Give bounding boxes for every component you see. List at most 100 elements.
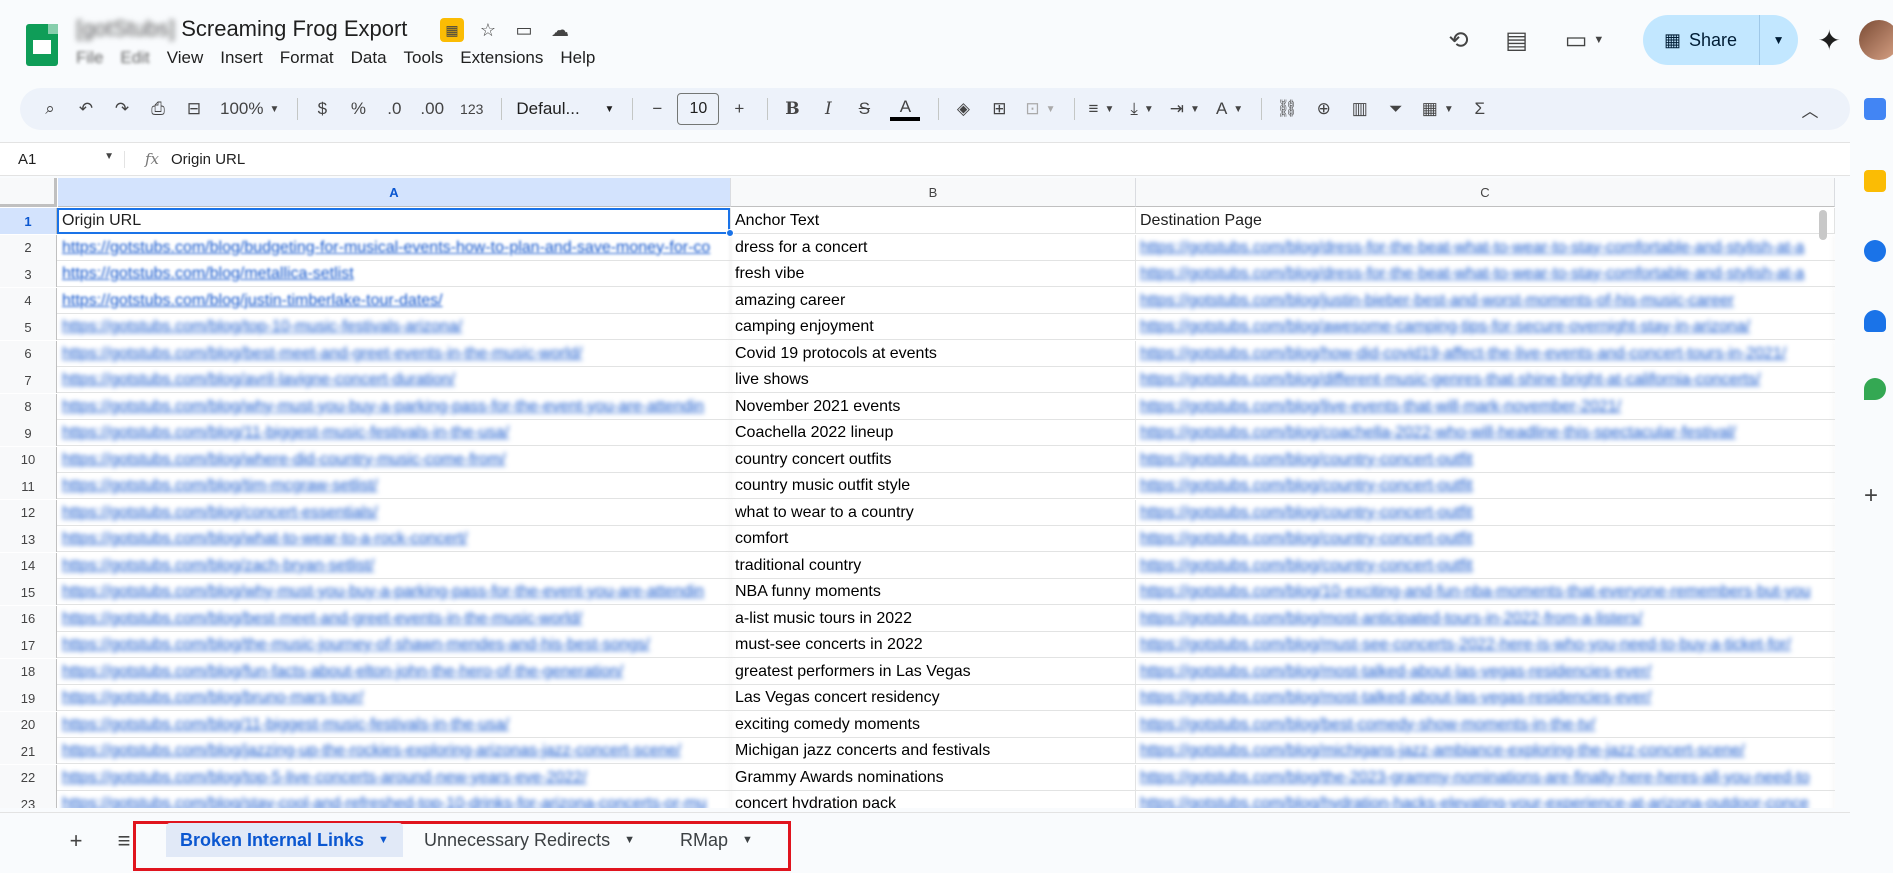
cell-destination-page[interactable]: https://gotstubs.com/blog/10-exciting-an… [1136, 579, 1835, 605]
row-number[interactable]: 15 [0, 579, 57, 605]
format-currency-button[interactable]: $ [306, 93, 338, 125]
star-icon[interactable]: ☆ [476, 18, 500, 42]
share-dropdown-chevron-icon[interactable]: ▼ [1760, 33, 1798, 47]
calendar-icon[interactable] [1864, 98, 1886, 120]
text-rotation-icon[interactable]: A ▼ [1210, 93, 1249, 125]
cell-anchor-text[interactable]: Anchor Text [731, 208, 1136, 234]
menu-format[interactable]: Format [280, 48, 334, 68]
paint-format-icon[interactable]: ⊟ [178, 93, 210, 125]
name-box[interactable]: A1 ▼ [0, 150, 125, 168]
text-wrapping-icon[interactable]: ⇥ ▼ [1164, 93, 1206, 125]
row-number[interactable]: 17 [0, 632, 57, 658]
cell-destination-page[interactable]: https://gotstubs.com/blog/justin-bieber-… [1136, 287, 1835, 314]
row-number[interactable]: 13 [0, 526, 57, 552]
cell-origin-url[interactable]: https://gotstubs.com/blog/fun-facts-abou… [58, 658, 731, 685]
tab-rmap[interactable]: RMap ▼ [666, 823, 767, 857]
move-folder-icon[interactable]: ▭ [512, 18, 536, 42]
formula-input[interactable]: Origin URL [171, 151, 245, 168]
cell-origin-url[interactable]: https://gotstubs.com/blog/bruno-mars-tou… [58, 685, 731, 711]
cell-destination-page[interactable]: https://gotstubs.com/blog/the-2023-gramm… [1136, 764, 1835, 791]
menu-file[interactable]: File [76, 48, 103, 68]
cell-origin-url[interactable]: https://gotstubs.com/blog/concert-essent… [58, 499, 731, 526]
cell-anchor-text[interactable]: traditional country [731, 552, 1136, 579]
row-number[interactable]: 8 [0, 393, 57, 420]
row-number[interactable]: 20 [0, 711, 57, 738]
functions-icon[interactable]: Σ [1464, 93, 1496, 125]
share-button[interactable]: ▦ Share ▼ [1642, 15, 1798, 65]
add-sheet-button[interactable]: + [60, 825, 92, 857]
format-percent-button[interactable]: % [342, 93, 374, 125]
tab-broken-internal-links[interactable]: Broken Internal Links ▼ [166, 823, 403, 857]
chevron-down-icon[interactable]: ▼ [742, 834, 753, 846]
cell-destination-page[interactable]: https://gotstubs.com/blog/how-did-covid1… [1136, 340, 1835, 367]
search-menus-icon[interactable]: ⌕ [34, 93, 66, 125]
cell-destination-page[interactable]: https://gotstubs.com/blog/live-events-th… [1136, 393, 1835, 420]
cell-origin-url[interactable]: https://gotstubs.com/blog/jazzing-up-the… [58, 738, 731, 764]
cell-origin-url[interactable]: https://gotstubs.com/blog/best-meet-and-… [58, 605, 731, 632]
cell-anchor-text[interactable]: amazing career [731, 287, 1136, 314]
vertical-align-icon[interactable]: ⤓ ▼ [1124, 93, 1159, 125]
cell-origin-url[interactable]: https://gotstubs.com/blog/avril-lavigne-… [58, 367, 731, 393]
cell-anchor-text[interactable]: country music outfit style [731, 473, 1136, 499]
cell-origin-url[interactable]: https://gotstubs.com/blog/stay-cool-and-… [58, 791, 731, 808]
column-header-c[interactable]: C [1136, 178, 1835, 207]
cell-origin-url[interactable]: https://gotstubs.com/blog/budgeting-for-… [58, 234, 731, 261]
spreadsheet-grid[interactable]: A B C 1 Origin URL Anchor Text Destination … [0, 178, 1835, 808]
menu-help[interactable]: Help [560, 48, 595, 68]
cell-origin-url[interactable]: https://gotstubs.com/blog/tim-mcgraw-set… [58, 473, 731, 499]
cell-destination-page[interactable]: https://gotstubs.com/blog/country-concer… [1136, 499, 1835, 526]
bold-button[interactable]: B [776, 93, 808, 125]
insert-chart-icon[interactable]: ▥ [1344, 93, 1376, 125]
cell-destination-page[interactable]: https://gotstubs.com/blog/different-musi… [1136, 367, 1835, 393]
row-number[interactable]: 9 [0, 420, 57, 446]
row-number[interactable]: 3 [0, 261, 57, 287]
cell-anchor-text[interactable]: country concert outfits [731, 446, 1136, 473]
row-number[interactable]: 23 [0, 791, 57, 808]
maps-icon[interactable] [1864, 378, 1886, 400]
row-number[interactable]: 5 [0, 314, 57, 340]
comments-icon[interactable]: ▤ [1497, 20, 1537, 60]
menu-data[interactable]: Data [351, 48, 387, 68]
collapse-menus-icon[interactable]: ︿ [1794, 93, 1826, 125]
redo-icon[interactable]: ↷ [106, 93, 138, 125]
menu-insert[interactable]: Insert [220, 48, 263, 68]
vertical-scrollbar[interactable] [1819, 210, 1827, 240]
cell-origin-url[interactable]: https://gotstubs.com/blog/11-biggest-mus… [58, 420, 731, 446]
row-number[interactable]: 7 [0, 367, 57, 393]
document-title[interactable]: [gotStubs] Screaming Frog Export [76, 16, 407, 42]
undo-icon[interactable]: ↶ [70, 93, 102, 125]
cell-destination-page[interactable]: https://gotstubs.com/blog/must-see-conce… [1136, 632, 1835, 658]
cell-origin-url[interactable]: https://gotstubs.com/blog/why-must-you-b… [58, 393, 731, 420]
share-main[interactable]: ▦ Share [1643, 15, 1760, 65]
version-history-icon[interactable]: ⟲ [1439, 20, 1479, 60]
cell-destination-page[interactable]: https://gotstubs.com/blog/dress-for-the-… [1136, 261, 1835, 287]
cell-origin-url[interactable]: https://gotstubs.com/blog/the-music-jour… [58, 632, 731, 658]
cell-anchor-text[interactable]: Michigan jazz concerts and festivals [731, 738, 1136, 764]
row-number[interactable]: 12 [0, 499, 57, 526]
cell-origin-url[interactable]: https://gotstubs.com/blog/justin-timberl… [58, 287, 731, 314]
cell-destination-page[interactable]: https://gotstubs.com/blog/country-concer… [1136, 473, 1835, 499]
tasks-icon[interactable] [1864, 240, 1886, 262]
cell-anchor-text[interactable]: greatest performers in Las Vegas [731, 658, 1136, 685]
install-extension-icon[interactable]: ▦ [440, 18, 464, 42]
row-number[interactable]: 14 [0, 552, 57, 579]
strikethrough-button[interactable]: S [848, 93, 880, 125]
cell-anchor-text[interactable]: comfort [731, 526, 1136, 552]
cell-anchor-text[interactable]: Grammy Awards nominations [731, 764, 1136, 791]
row-number[interactable]: 10 [0, 446, 57, 473]
cloud-status-icon[interactable]: ☁ [548, 18, 572, 42]
cell-destination-page[interactable]: https://gotstubs.com/blog/michigans-jazz… [1136, 738, 1835, 764]
cell-destination-page[interactable]: https://gotstubs.com/blog/country-concer… [1136, 446, 1835, 473]
cell-origin-url[interactable]: https://gotstubs.com/blog/top-10-music-f… [58, 314, 731, 340]
chevron-down-icon[interactable]: ▼ [378, 834, 389, 846]
cell-destination-page[interactable]: https://gotstubs.com/blog/hydration-hack… [1136, 791, 1835, 808]
cell-destination-page[interactable]: https://gotstubs.com/blog/dress-for-the-… [1136, 234, 1835, 261]
row-number[interactable]: 22 [0, 764, 57, 791]
row-number[interactable]: 18 [0, 658, 57, 685]
chevron-down-icon[interactable]: ▼ [624, 834, 635, 846]
cell-anchor-text[interactable]: must-see concerts in 2022 [731, 632, 1136, 658]
borders-icon[interactable]: ⊞ [983, 93, 1015, 125]
font-size-input[interactable]: 10 [677, 93, 720, 125]
row-number[interactable]: 21 [0, 738, 57, 764]
cell-anchor-text[interactable]: camping enjoyment [731, 314, 1136, 340]
